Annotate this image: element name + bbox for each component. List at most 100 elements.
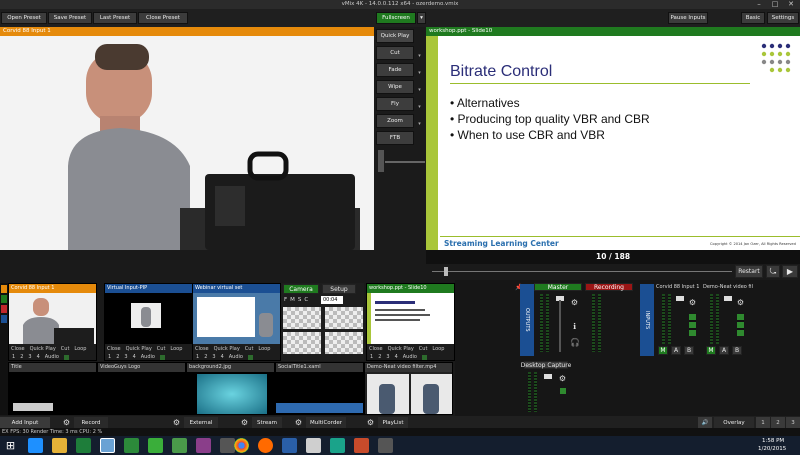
quick-play-button[interactable]: Quick Play xyxy=(376,29,414,43)
input-corvid-controls[interactable]: Close Quick Play Cut Loop xyxy=(9,344,96,353)
wipe-button[interactable]: Wipe xyxy=(376,80,414,94)
save-preset-button[interactable]: Save Preset xyxy=(48,12,92,24)
preview-video[interactable] xyxy=(0,36,374,250)
input-socialtitle[interactable]: SocialTitle1.xaml xyxy=(275,362,364,415)
app-icon-2[interactable] xyxy=(172,438,187,453)
output-slide[interactable]: Bitrate Control • Alternatives • Produci… xyxy=(426,36,800,250)
desktop-route-icon[interactable] xyxy=(560,388,566,394)
input-webinar-set-controls[interactable]: Close Quick Play Cut Loop xyxy=(193,344,280,353)
input-background[interactable]: background2.jpg xyxy=(186,362,275,415)
master-fader-track[interactable] xyxy=(559,300,561,352)
camera-time-field[interactable]: 00:04 xyxy=(321,296,343,304)
external-settings-icon[interactable]: ⚙ xyxy=(172,418,181,427)
ch2-settings-icon[interactable]: ⚙ xyxy=(736,298,745,307)
playlist-button[interactable]: PlayList xyxy=(378,417,408,428)
close-preset-button[interactable]: Close Preset xyxy=(138,12,188,24)
master-info-icon[interactable]: ℹ xyxy=(570,322,579,331)
desktop-fader[interactable] xyxy=(544,374,552,379)
input-workshop-ppt-controls[interactable]: Close Quick Play Cut Loop xyxy=(367,344,454,353)
recording-channel[interactable]: Recording xyxy=(585,283,633,291)
powerpoint-icon[interactable] xyxy=(354,438,369,453)
close-icon[interactable]: ✕ xyxy=(784,0,798,9)
add-input-button[interactable]: Add Input xyxy=(0,417,50,428)
ch1-settings-icon[interactable]: ⚙ xyxy=(688,298,697,307)
basic-button[interactable]: Basic xyxy=(741,12,765,24)
fullscreen-button[interactable]: Fullscreen xyxy=(376,12,416,24)
input-virtual-pip-numbers[interactable]: 1 2 3 4 Audio xyxy=(105,353,192,360)
external-button[interactable]: External xyxy=(184,417,218,428)
camera-slot-4[interactable] xyxy=(325,332,363,354)
input-webinar-set-numbers[interactable]: 1 2 3 4 Audio xyxy=(193,353,280,360)
overlay-1-button[interactable]: 1 xyxy=(756,417,770,428)
restart-button[interactable]: Restart xyxy=(735,265,763,278)
ch2-bus-a-button[interactable]: A xyxy=(719,346,729,355)
windows-start-icon[interactable]: ⊞ xyxy=(3,438,18,453)
camera-slot-3[interactable] xyxy=(283,332,321,354)
ch1-fader[interactable] xyxy=(676,296,684,301)
input-title[interactable]: Title xyxy=(8,362,97,415)
master-settings-icon[interactable]: ⚙ xyxy=(570,298,579,307)
t-bar-handle[interactable] xyxy=(378,150,384,172)
app-icon-6[interactable] xyxy=(378,438,393,453)
fly-button[interactable]: Fly xyxy=(376,97,414,111)
scrub-handle[interactable] xyxy=(444,267,448,276)
ch2-bus-b-button[interactable]: B xyxy=(732,346,742,355)
camera-fmsc[interactable]: FMSC xyxy=(284,297,311,303)
stream-button[interactable]: Stream xyxy=(252,417,282,428)
excel-icon[interactable] xyxy=(76,438,91,453)
zoom-button[interactable]: Zoom xyxy=(376,114,414,128)
download-icon[interactable] xyxy=(148,438,163,453)
vmix-taskbar-icon[interactable] xyxy=(100,438,115,453)
maximize-icon[interactable]: □ xyxy=(768,0,782,9)
pause-inputs-button[interactable]: Pause Inputs xyxy=(668,12,708,24)
ch1-route-icon[interactable] xyxy=(689,314,696,336)
explorer-icon[interactable] xyxy=(52,438,67,453)
stream-settings-icon[interactable]: ⚙ xyxy=(240,418,249,427)
t-bar-track[interactable] xyxy=(385,161,425,163)
overlay-2-button[interactable]: 2 xyxy=(771,417,785,428)
overlay-button[interactable]: Overlay xyxy=(714,417,754,428)
desktop-capture-channel[interactable]: Desktop Capture xyxy=(521,361,571,369)
volume-icon[interactable]: 🔊 xyxy=(698,417,712,428)
word-icon[interactable] xyxy=(282,438,297,453)
multicorder-button[interactable]: MultiCorder xyxy=(306,417,346,428)
loop-icon[interactable]: ⤿ xyxy=(766,265,780,278)
settings-button[interactable]: Settings xyxy=(767,12,799,24)
input-virtual-pip[interactable]: Virtual Input-PIP Close Quick Play Cut Loop… xyxy=(104,283,193,361)
ch1-mute-button[interactable]: M xyxy=(658,346,668,355)
scrub-track[interactable] xyxy=(432,271,732,272)
camtasia-icon[interactable] xyxy=(330,438,345,453)
last-preset-button[interactable]: Last Preset xyxy=(93,12,137,24)
playlist-settings-icon[interactable]: ⚙ xyxy=(366,418,375,427)
overlay-3-button[interactable]: 3 xyxy=(786,417,800,428)
firefox-icon[interactable] xyxy=(258,438,273,453)
desktop-settings-icon[interactable]: ⚙ xyxy=(558,374,567,383)
input-webinar-set[interactable]: Webinar virtual set Close Quick Play Cut Lo… xyxy=(192,283,281,361)
input-workshop-ppt-numbers[interactable]: 1 2 3 4 Audio xyxy=(367,353,454,360)
camera-tab[interactable]: Camera xyxy=(283,284,319,294)
ch1-bus-a-button[interactable]: A xyxy=(671,346,681,355)
input-corvid-numbers[interactable]: 1 2 3 4 Audio xyxy=(9,353,96,360)
transition-dropdowns[interactable]: ▾ ▾ ▾ ▾ ▾ xyxy=(415,48,424,144)
camera-slot-2[interactable] xyxy=(325,307,363,329)
multicorder-settings-icon[interactable]: ⚙ xyxy=(294,418,303,427)
record-button[interactable]: Record xyxy=(74,417,108,428)
input-corvid[interactable]: Corvid 88 Input 1 Close Quick Play Cut Loop… xyxy=(8,283,97,361)
input-demo-video[interactable]: Demo-Neat video filter.mp4 xyxy=(364,362,453,415)
record-settings-icon[interactable]: ⚙ xyxy=(62,418,71,427)
ch2-route-icon[interactable] xyxy=(737,314,744,336)
minimize-icon[interactable]: – xyxy=(752,0,766,9)
ie-icon[interactable] xyxy=(28,438,43,453)
ch2-fader[interactable] xyxy=(724,296,732,301)
app-icon-3[interactable] xyxy=(196,438,211,453)
master-headphones-icon[interactable]: 🎧 xyxy=(570,338,580,347)
ch2-mute-button[interactable]: M xyxy=(706,346,716,355)
fullscreen-dropdown-icon[interactable]: ▾ xyxy=(417,12,426,24)
camera-slot-1[interactable] xyxy=(283,307,321,329)
fade-button[interactable]: Fade xyxy=(376,63,414,77)
ch1-bus-b-button[interactable]: B xyxy=(684,346,694,355)
input-workshop-ppt[interactable]: workshop.ppt - Slide10 Close Quick Play Cu… xyxy=(366,283,455,361)
app-icon-5[interactable] xyxy=(306,438,321,453)
input-virtual-pip-controls[interactable]: Close Quick Play Cut Loop xyxy=(105,344,192,353)
input-logo[interactable]: VideoGuys Logo xyxy=(97,362,186,415)
